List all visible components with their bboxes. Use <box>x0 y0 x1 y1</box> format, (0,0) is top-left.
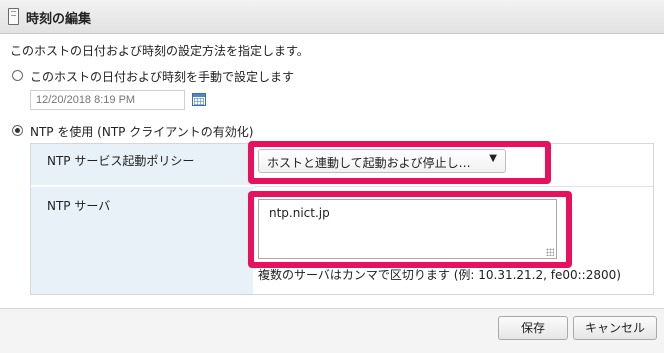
datetime-input[interactable] <box>30 90 185 110</box>
ntp-server-value: ntp.nict.jp <box>269 206 330 220</box>
manual-time-label[interactable]: このホストの日付および時刻を手動で設定します <box>30 68 294 85</box>
dialog-title: 時刻の編集 <box>26 12 92 27</box>
save-button[interactable]: 保存 <box>498 316 568 340</box>
ntp-radio[interactable] <box>12 125 23 136</box>
ntp-server-label: NTP サーバ <box>31 187 253 294</box>
edit-time-dialog: 時刻の編集 このホストの日付および時刻の設定方法を指定します。 このホストの日付… <box>0 0 664 353</box>
ntp-server-textarea[interactable]: ntp.nict.jp <box>258 199 557 259</box>
cancel-button[interactable]: キャンセル <box>573 316 657 340</box>
ntp-policy-select[interactable]: ホストと連動して起動および停止し… ▼ <box>258 149 506 173</box>
document-icon <box>8 8 19 25</box>
ntp-server-hint: 複数のサーバはカンマで区切ります (例: 10.31.21.2, fe00::2… <box>258 268 621 282</box>
dialog-description: このホストの日付および時刻の設定方法を指定します。 <box>10 44 309 58</box>
chevron-down-icon: ▼ <box>489 153 497 164</box>
ntp-label[interactable]: NTP を使用 (NTP クライアントの有効化) <box>30 123 253 140</box>
manual-time-radio[interactable] <box>12 70 23 81</box>
ntp-policy-label: NTP サービス起動ポリシー <box>31 144 253 186</box>
row-divider <box>253 186 653 187</box>
resize-grip-icon[interactable] <box>546 248 554 256</box>
ntp-policy-value: ホストと連動して起動および停止し… <box>267 156 471 170</box>
dialog-titlebar: 時刻の編集 <box>0 0 664 34</box>
calendar-icon[interactable] <box>192 93 206 106</box>
